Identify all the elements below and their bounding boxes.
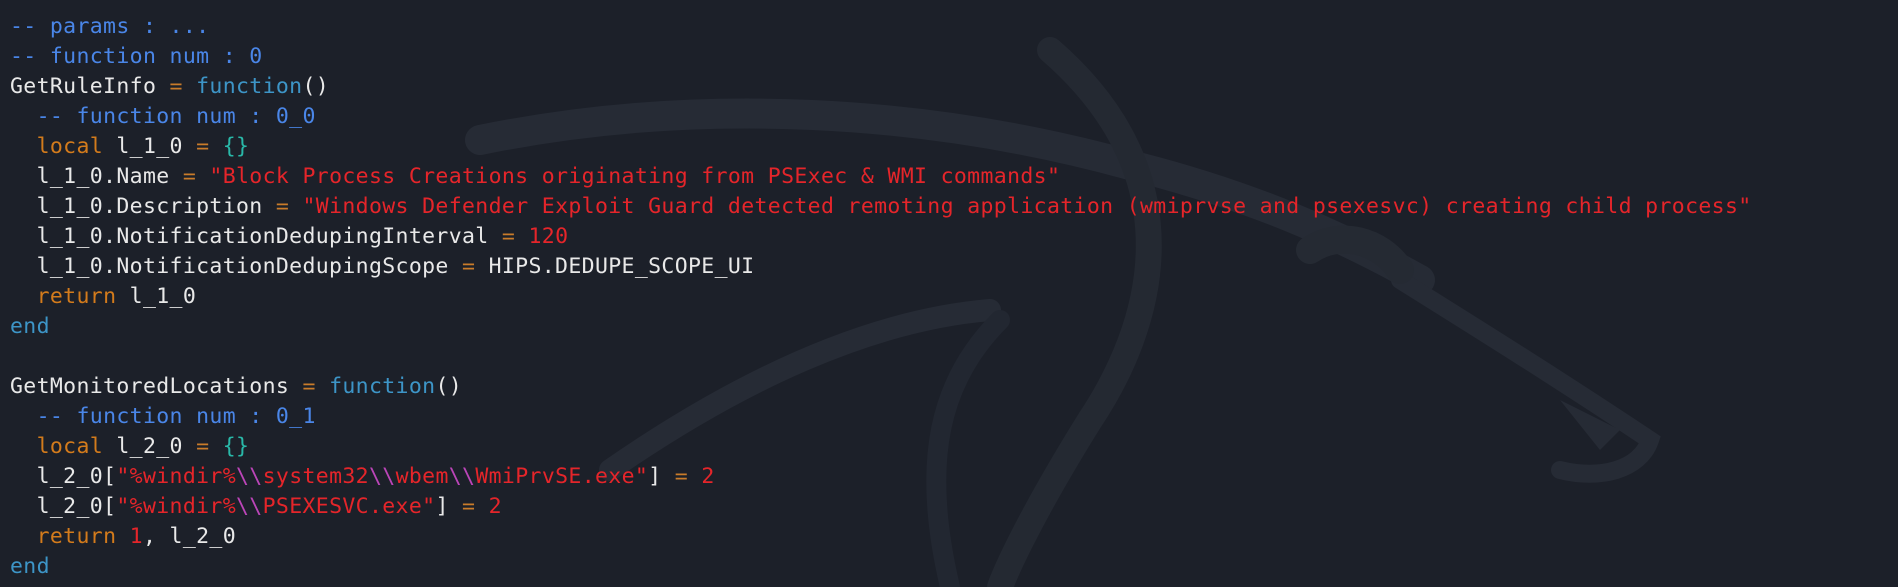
string-literal: WmiPrvSE.exe" [475,464,649,489]
code-line-14[interactable]: -- function num : 0_1 [10,402,1890,432]
operator: = [275,194,290,219]
string-literal: "Block Process Creations originating fro… [209,164,1061,189]
string-literal: "Windows Defender Exploit Guard detected… [302,194,1752,219]
string-literal: system32 [262,464,369,489]
keyword: function [329,374,436,399]
operator: = [501,224,516,249]
code-line-5[interactable]: local l_1_0 = {} [10,132,1890,162]
code-line-8[interactable]: l_1_0.NotificationDedupingInterval = 120 [10,222,1890,252]
string-literal: PSEXESVC.exe" [262,494,436,519]
identifier [10,134,37,159]
identifier [209,434,222,459]
identifier [688,464,701,489]
code-line-6[interactable]: l_1_0.Name = "Block Process Creations or… [10,162,1890,192]
comment: -- function num : 0_1 [36,404,316,429]
code-line-17[interactable]: l_2_0["%windir%\\PSEXESVC.exe"] = 2 [10,492,1890,522]
code-line-7[interactable]: l_1_0.Description = "Windows Defender Ex… [10,192,1890,222]
code-line-15[interactable]: local l_2_0 = {} [10,432,1890,462]
operator: = [462,494,476,519]
keyword: local [36,434,104,459]
identifier [10,404,37,429]
keyword: end [10,314,50,339]
string-literal: "%windir% [116,464,237,489]
identifier: l_1_0 [103,134,197,159]
identifier [10,284,37,309]
table-brace: {} [222,434,250,459]
punctuation: () [435,374,463,399]
escape-sequence: \\ [368,464,396,489]
operator: = [196,434,210,459]
identifier: , l_2_0 [142,524,237,549]
code-line-12[interactable]: ​ [10,342,1890,372]
number-literal: 120 [528,224,569,249]
code-line-2[interactable]: -- function num : 0 [10,42,1890,72]
identifier: l_2_0 [103,434,197,459]
identifier: l_2_0[ [10,464,117,489]
code-line-9[interactable]: l_1_0.NotificationDedupingScope = HIPS.D… [10,252,1890,282]
identifier: HIPS.DEDUPE_SCOPE_UI [475,254,755,279]
number-literal: 2 [701,464,715,489]
keyword: return [36,524,117,549]
code-editor[interactable]: -- params : ... -- function num : 0 GetRul… [10,12,1890,582]
identifier: l_2_0[ [10,494,117,519]
operator: = [169,74,183,99]
code-line-11[interactable]: end [10,312,1890,342]
code-line-10[interactable]: return l_1_0 [10,282,1890,312]
identifier: l_1_0.NotificationDedupingInterval [10,224,502,249]
operator: = [462,254,476,279]
operator: = [302,374,316,399]
identifier: l_1_0 [116,284,197,309]
identifier [183,74,196,99]
code-line-4[interactable]: -- function num : 0_0 [10,102,1890,132]
code-line-1[interactable]: -- params : ... [10,12,1890,42]
keyword: function [196,74,303,99]
identifier [196,164,209,189]
code-line-18[interactable]: return 1, l_2_0 [10,522,1890,552]
identifier [10,104,37,129]
escape-sequence: \\ [236,494,263,519]
number-literal: 2 [488,494,502,519]
comment: -- function num : 0 [10,44,263,69]
identifier [289,194,302,219]
identifier [475,494,488,519]
string-literal: "%windir% [116,494,237,519]
identifier [515,224,528,249]
punctuation: () [302,74,330,99]
escape-sequence: \\ [448,464,476,489]
identifier: ] [648,464,675,489]
identifier: ] [435,494,463,519]
code-line-16[interactable]: l_2_0["%windir%\\system32\\wbem\\WmiPrvS… [10,462,1890,492]
comment: -- params : ... [10,14,210,39]
string-literal: wbem [395,464,449,489]
identifier [116,524,129,549]
keyword: return [36,284,117,309]
identifier [10,434,37,459]
operator: = [674,464,689,489]
number-literal: 1 [129,524,143,549]
identifier: l_1_0.Name [10,164,183,189]
identifier: GetRuleInfo [10,74,170,99]
comment: -- function num : 0_0 [36,104,316,129]
identifier [316,374,329,399]
identifier [209,134,222,159]
identifier: l_1_0.NotificationDedupingScope [10,254,462,279]
table-brace: {} [222,134,250,159]
code-line-3[interactable]: GetRuleInfo = function() [10,72,1890,102]
code-line-19[interactable]: end [10,552,1890,582]
operator: = [196,134,210,159]
identifier [10,524,37,549]
identifier: l_1_0.Description [10,194,276,219]
identifier: GetMonitoredLocations [10,374,303,399]
keyword: local [36,134,104,159]
operator: = [182,164,197,189]
code-line-13[interactable]: GetMonitoredLocations = function() [10,372,1890,402]
escape-sequence: \\ [236,464,263,489]
keyword: end [10,554,50,579]
